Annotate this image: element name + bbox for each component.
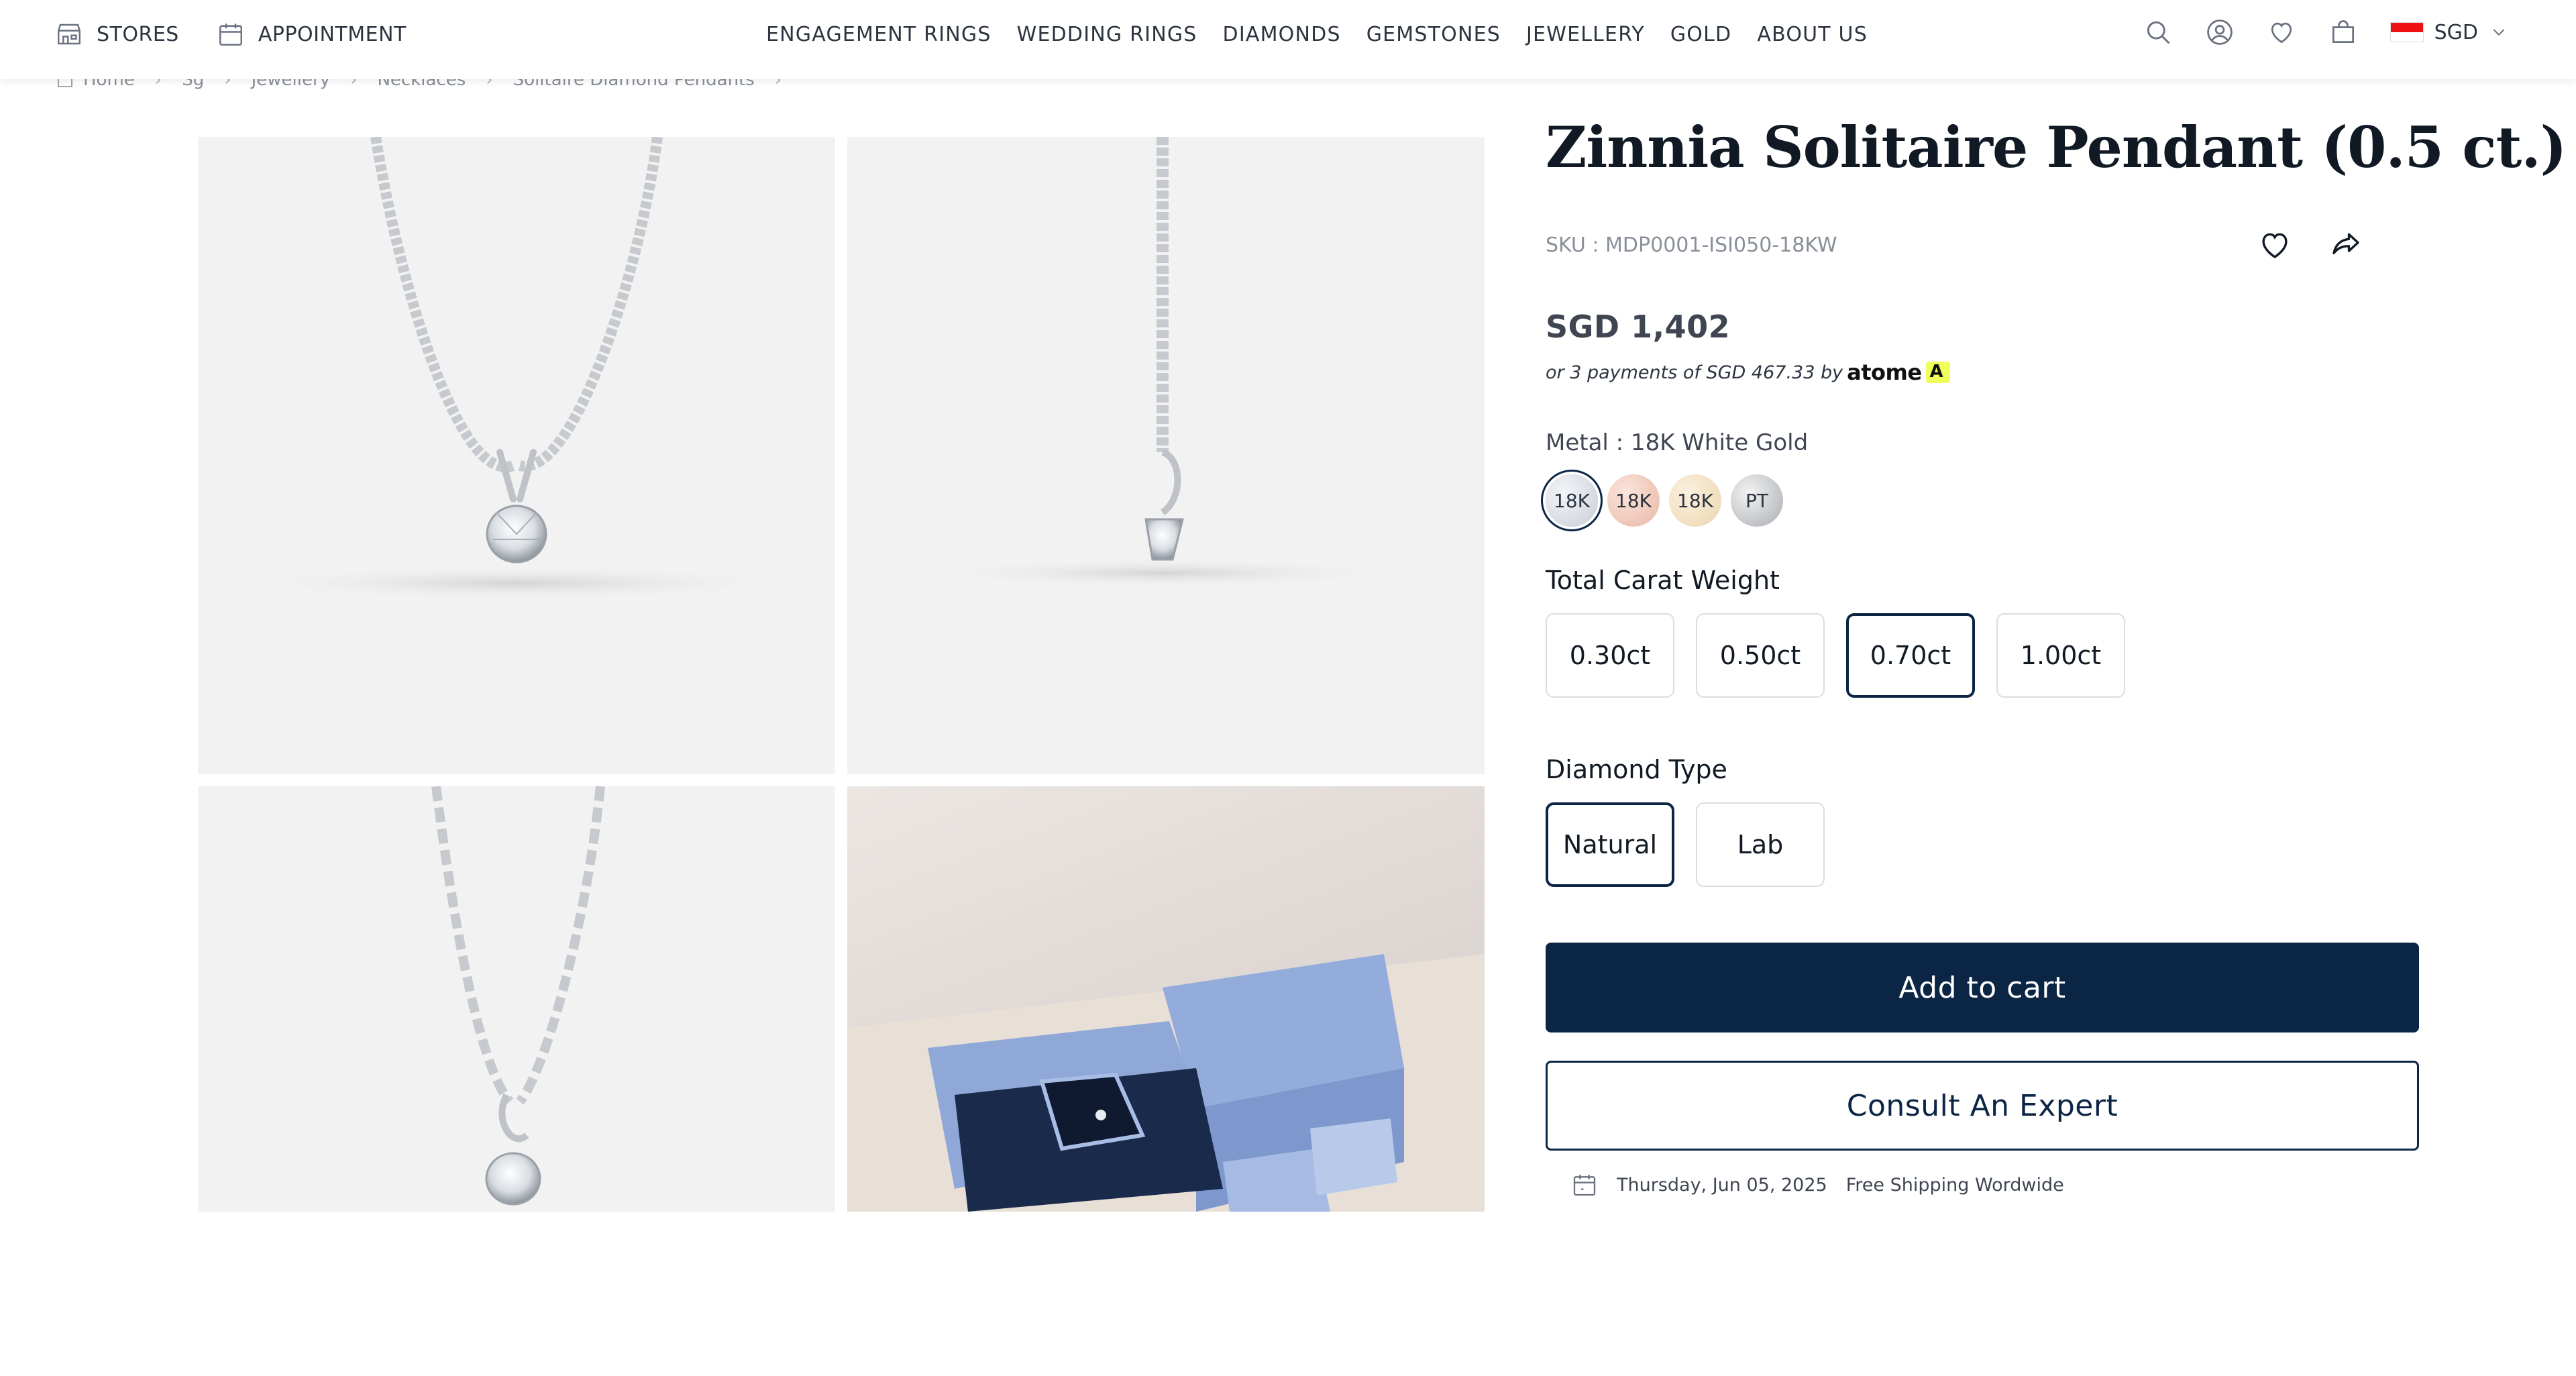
currency-selector[interactable]: SGD <box>2390 21 2509 44</box>
atome-badge-icon: A <box>1925 362 1950 383</box>
product-details: Zinnia Solitaire Pendant (0.5 ct.) SKU :… <box>1546 114 2567 1196</box>
shipping-note: Free Shipping Wordwide <box>1845 1174 2064 1196</box>
diamond-type-options: Natural Lab <box>1546 802 1825 887</box>
diamond-type-lab[interactable]: Lab <box>1696 802 1825 887</box>
consult-expert-button[interactable]: Consult An Expert <box>1546 1061 2419 1151</box>
carat-options: 0.30ct 0.50ct 0.70ct 1.00ct <box>1546 613 2125 698</box>
carat-option[interactable]: 1.00ct <box>1996 613 2125 698</box>
currency-label: SGD <box>2434 20 2478 44</box>
wishlist-heart-icon[interactable] <box>2257 227 2293 263</box>
diamond-type-label: Diamond Type <box>1546 755 1727 784</box>
store-icon <box>58 23 80 45</box>
header-right: SGD <box>2143 17 2509 47</box>
nav-gold[interactable]: GOLD <box>1670 23 1731 46</box>
add-to-cart-button[interactable]: Add to cart <box>1546 943 2419 1033</box>
product-actions <box>2257 227 2364 263</box>
carat-option[interactable]: 0.30ct <box>1546 613 1674 698</box>
metal-swatches: 18K 18K 18K PT <box>1546 474 1783 527</box>
product-gallery <box>198 137 1485 1212</box>
metal-label: Metal : 18K White Gold <box>1546 429 1809 456</box>
nav-jewellery[interactable]: JEWELLERY <box>1526 23 1645 46</box>
product-image-front[interactable] <box>198 137 835 774</box>
calendar-icon <box>219 23 242 46</box>
appointment-label: APPOINTMENT <box>258 22 407 46</box>
share-icon[interactable] <box>2328 227 2364 263</box>
product-price: SGD 1,402 <box>1546 309 1731 345</box>
product-sku: SKU : MDP0001-ISI050-18KW <box>1546 233 1837 257</box>
nav-engagement-rings[interactable]: ENGAGEMENT RINGS <box>766 23 991 46</box>
metal-swatch-platinum[interactable]: PT <box>1731 474 1783 527</box>
header-left: STORES APPOINTMENT <box>55 20 407 48</box>
carat-option-selected[interactable]: 0.70ct <box>1846 613 1975 698</box>
metal-swatch-18k-yellow[interactable]: 18K <box>1669 474 1721 527</box>
product-title: Zinnia Solitaire Pendant (0.5 ct.) <box>1546 114 2567 180</box>
wishlist-button[interactable] <box>2267 17 2296 47</box>
stores-link[interactable]: STORES <box>55 20 179 48</box>
metal-swatch-18k-white[interactable]: 18K <box>1546 474 1598 527</box>
bag-icon <box>2332 20 2354 44</box>
singapore-flag-icon <box>2390 22 2424 42</box>
appointment-link[interactable]: APPOINTMENT <box>217 20 407 48</box>
stores-label: STORES <box>97 22 179 46</box>
pendant-front-illustration <box>235 137 798 600</box>
diamond-type-natural[interactable]: Natural <box>1546 802 1674 887</box>
shipping-info: Thursday, Jun 05, 2025 Free Shipping Wor… <box>1571 1171 2064 1198</box>
site-header: STORES APPOINTMENT ENGAGEMENT RINGS WEDD… <box>0 0 2576 79</box>
account-button[interactable] <box>2205 17 2235 47</box>
carat-weight-label: Total Carat Weight <box>1546 566 1780 595</box>
delivery-date: Thursday, Jun 05, 2025 <box>1617 1174 1827 1196</box>
installment-info: or 3 payments of SGD 467.33 by atome A <box>1546 360 1950 385</box>
nav-wedding-rings[interactable]: WEDDING RINGS <box>1017 23 1197 46</box>
search-button[interactable] <box>2143 17 2173 47</box>
carat-option[interactable]: 0.50ct <box>1696 613 1825 698</box>
gift-box-illustration <box>847 786 1485 1212</box>
nav-about-us[interactable]: ABOUT US <box>1757 23 1868 46</box>
metal-swatch-18k-rose[interactable]: 18K <box>1607 474 1660 527</box>
account-icon <box>2206 19 2233 45</box>
product-image-packaging[interactable] <box>847 786 1485 1212</box>
sku-row: SKU : MDP0001-ISI050-18KW <box>1546 227 2364 263</box>
search-icon <box>2147 21 2170 44</box>
delivery-calendar-icon <box>1573 1175 1596 1196</box>
nav-diamonds[interactable]: DIAMONDS <box>1223 23 1341 46</box>
cart-button[interactable] <box>2328 17 2358 47</box>
main-nav: ENGAGEMENT RINGS WEDDING RINGS DIAMONDS … <box>766 23 1868 46</box>
chevron-down-icon <box>2489 22 2509 42</box>
pendant-side-illustration <box>921 137 1404 588</box>
installment-text: or 3 payments of SGD 467.33 by <box>1546 362 1843 383</box>
product-image-chain[interactable] <box>198 786 835 1212</box>
wishlist-icon <box>2271 22 2292 44</box>
atome-logo: atome <box>1847 360 1922 385</box>
pendant-chain-illustration <box>431 786 605 1206</box>
nav-gemstones[interactable]: GEMSTONES <box>1366 23 1501 46</box>
product-image-side[interactable] <box>847 137 1485 774</box>
